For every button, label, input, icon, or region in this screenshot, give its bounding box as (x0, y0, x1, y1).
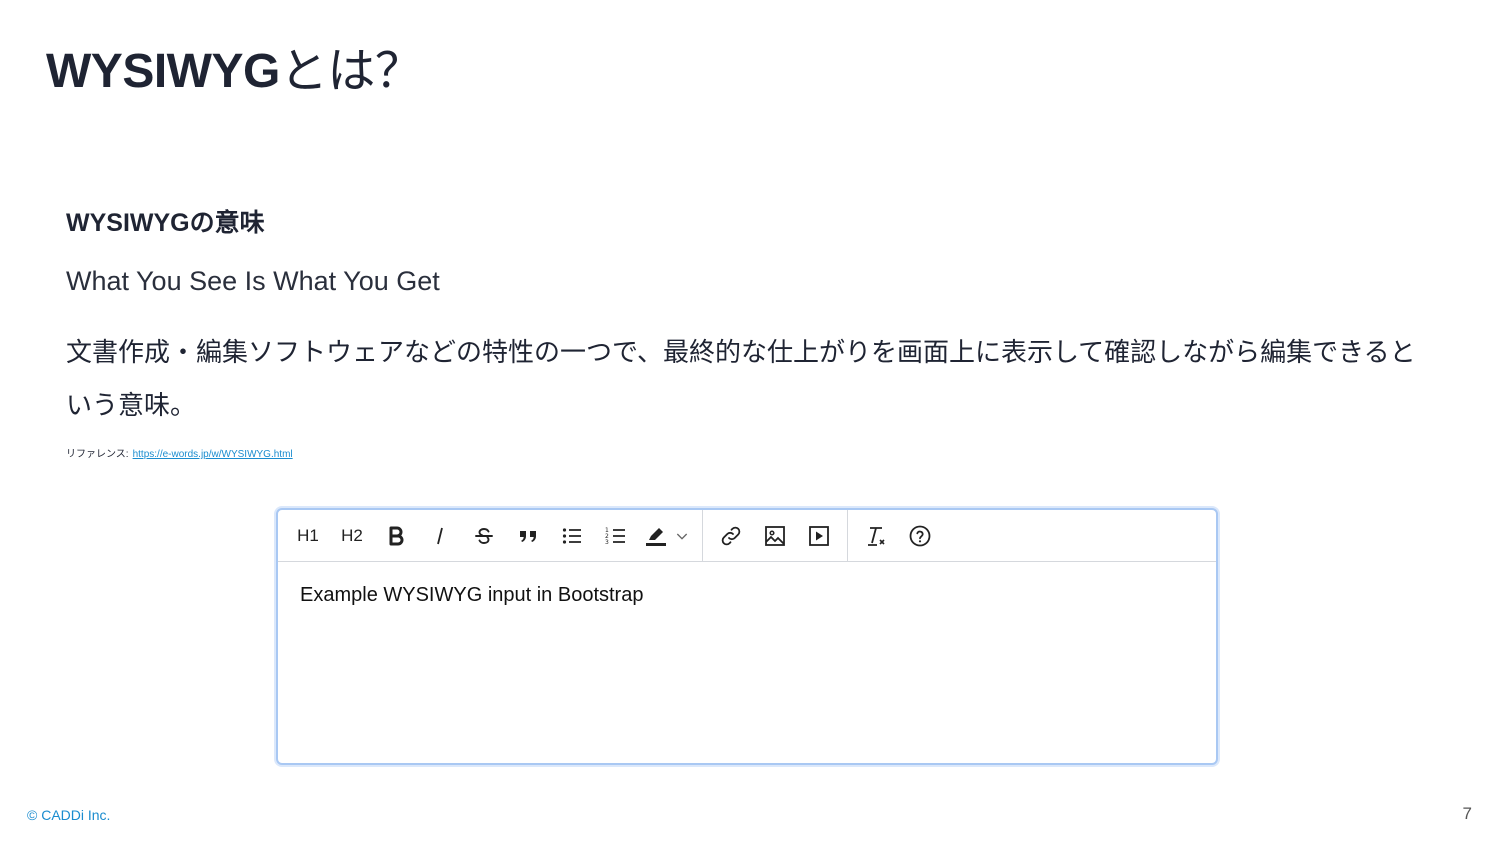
italic-icon (437, 527, 443, 544)
highlight-button[interactable] (638, 510, 696, 562)
page-title: WYSIWYGとは？ (46, 42, 423, 102)
editor-toolbar: H1 H2 123 (278, 509, 1216, 562)
link-button[interactable] (709, 510, 753, 562)
wysiwyg-editor: H1 H2 123 Example WYSIWYG input in Boots… (276, 508, 1218, 765)
title-jp: とは？ (279, 45, 423, 98)
strikethrough-icon (475, 527, 493, 544)
italic-button[interactable] (418, 510, 462, 562)
link-icon (721, 526, 741, 545)
chevron-down-icon (676, 533, 688, 540)
help-button[interactable] (898, 510, 942, 562)
help-icon (909, 525, 931, 546)
wysiwyg-expansion: What You See Is What You Get (66, 266, 440, 296)
quote-icon (520, 530, 536, 542)
numbered-list-button[interactable]: 123 (594, 510, 638, 562)
svg-text:3: 3 (605, 539, 609, 546)
quote-button[interactable] (506, 510, 550, 562)
h1-button[interactable]: H1 (286, 510, 330, 562)
reference-line: リファレンス: https://e-words.jp/w/WYSIWYG.html (66, 445, 293, 460)
reference-label: リファレンス: (66, 449, 129, 460)
toolbar-group-misc (854, 510, 942, 561)
toolbar-group-format: H1 H2 123 (286, 510, 696, 561)
video-icon (809, 525, 829, 546)
image-icon (765, 525, 785, 546)
copyright: © CADDi Inc. (27, 807, 111, 823)
reference-link[interactable]: https://e-words.jp/w/WYSIWYG.html (133, 449, 293, 460)
page-number: 7 (1462, 804, 1472, 823)
toolbar-divider (847, 509, 848, 562)
bold-icon (389, 526, 404, 545)
strikethrough-button[interactable] (462, 510, 506, 562)
video-button[interactable] (797, 510, 841, 562)
clear-format-button[interactable] (854, 510, 898, 562)
title-main: WYSIWYG (46, 45, 280, 98)
bold-button[interactable] (374, 510, 418, 562)
h2-button[interactable]: H2 (330, 510, 374, 562)
toolbar-group-insert (709, 510, 841, 561)
image-button[interactable] (753, 510, 797, 562)
highlight-icon (646, 527, 666, 546)
section-heading: WYSIWYGの意味 (66, 209, 265, 237)
bullet-list-button[interactable] (550, 510, 594, 562)
description-text: 文書作成・編集ソフトウェアなどの特性の一つで、最終的な仕上がりを画面上に表示して… (66, 337, 1416, 420)
editor-content[interactable]: Example WYSIWYG input in Bootstrap (278, 562, 1216, 629)
toolbar-divider (702, 509, 703, 562)
clear-format-icon (868, 526, 885, 546)
bullet-list-icon (562, 527, 581, 544)
numbered-list-icon: 123 (605, 527, 625, 546)
